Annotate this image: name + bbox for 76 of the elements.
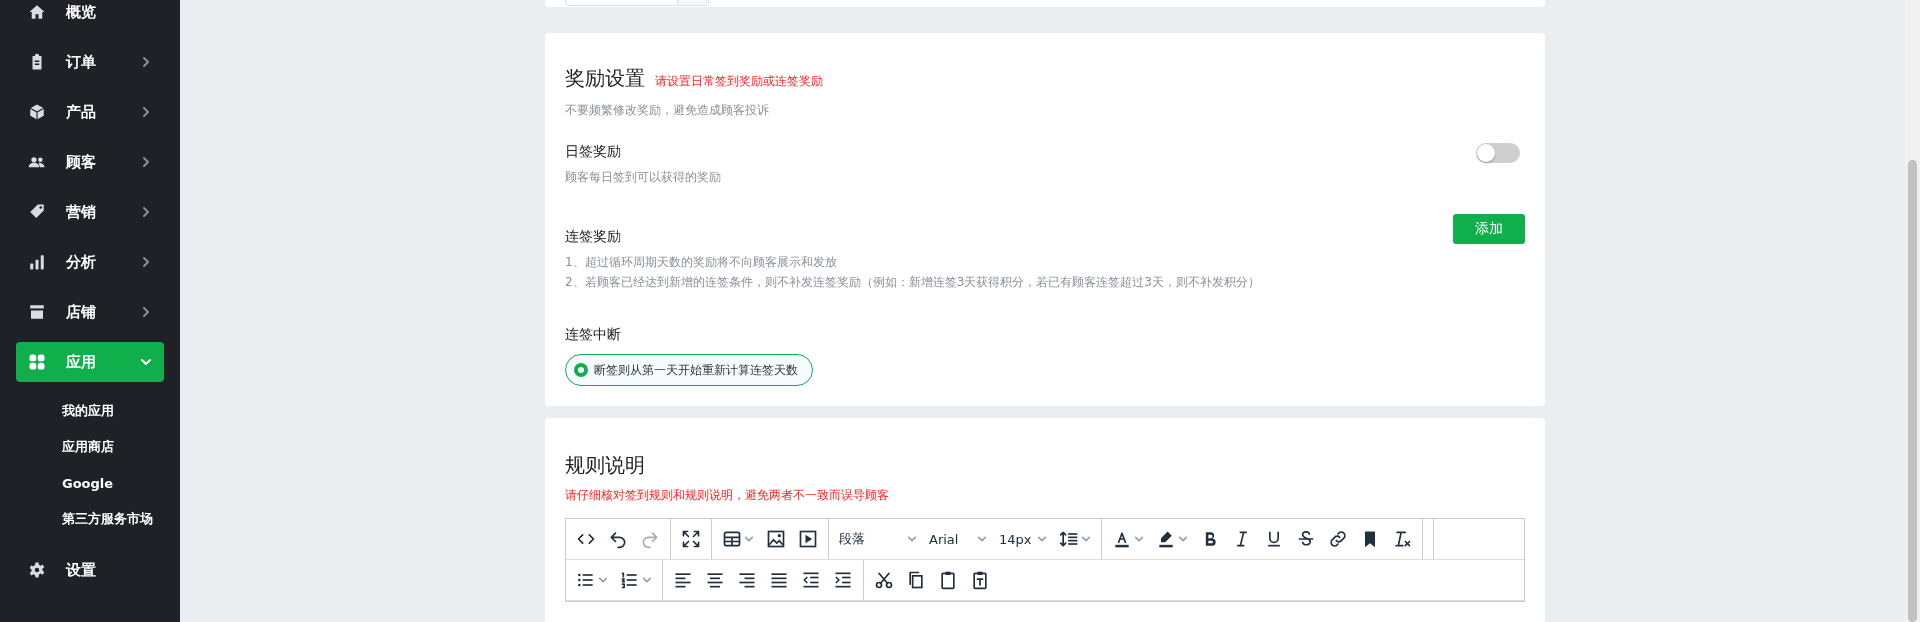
section-title: 奖励设置 [565, 65, 645, 92]
sidebar-item[interactable]: 店铺 [16, 287, 164, 337]
field-label: 日签奖励 [565, 143, 622, 161]
sidebar-item[interactable]: 设置 [16, 545, 164, 595]
sidebar-item[interactable]: 营销 [16, 187, 164, 237]
sidebar-item[interactable]: 产品 [16, 87, 164, 137]
strikethrough-icon [1296, 529, 1316, 549]
align-center-icon [705, 570, 725, 590]
fullscreen-icon [681, 529, 701, 549]
indent-icon [833, 570, 853, 590]
paste-text-icon [970, 570, 990, 590]
field-description: 顾客每日签到可以获得的奖励 [565, 169, 721, 186]
chevron-icon [140, 206, 152, 218]
highlighter-icon [1156, 529, 1176, 549]
toggle-switch[interactable] [1476, 143, 1520, 163]
caret-icon [1134, 534, 1144, 544]
link-icon [1328, 529, 1348, 549]
line-height-icon [1059, 529, 1079, 549]
align-left-icon [673, 570, 693, 590]
submenu-item[interactable]: 第三方服务市场 [16, 501, 164, 537]
sidebar-item[interactable]: 分析 [16, 237, 164, 287]
field-label: 连签奖励 [565, 228, 622, 246]
sidebar-item[interactable]: 顾客 [16, 137, 164, 187]
field-label: 连签中断 [565, 326, 622, 344]
note-text: 1、超过循环周期天数的奖励将不向顾客展示和发放 [565, 254, 838, 271]
section-subtitle: 不要频繁修改奖励，避免造成顾客投诉 [565, 102, 770, 119]
input-field[interactable] [565, 0, 709, 6]
redo-icon [640, 529, 660, 549]
chevron-icon [140, 356, 152, 368]
numbered-list-icon [620, 570, 640, 590]
scissors-icon [874, 570, 894, 590]
box-icon [28, 103, 46, 121]
undo-icon [608, 529, 628, 549]
submenu-item[interactable]: 应用商店 [16, 429, 164, 465]
caret-icon [744, 534, 754, 544]
paste-icon [938, 570, 958, 590]
settings-icon [28, 561, 46, 579]
chevron-icon [140, 156, 152, 168]
format-dropdown[interactable]: Arial [923, 523, 993, 555]
caret-icon [977, 534, 987, 544]
note-text: 2、若顾客已经达到新增的连签条件，则不补发连签奖励（例如：新增连签3天获得积分，若已有顾客连签超过3天，则不补发积分） [565, 274, 1260, 291]
align-right-icon [737, 570, 757, 590]
caret-icon [907, 534, 917, 544]
tag-icon [28, 203, 46, 221]
caret-icon [1081, 534, 1091, 544]
format-dropdown[interactable]: 段落 [833, 523, 923, 555]
submenu-item[interactable]: Google [16, 465, 164, 501]
caret-icon [1178, 534, 1188, 544]
home-icon [28, 3, 46, 21]
caret-icon [598, 575, 608, 585]
sidebar-item[interactable]: 订单 [16, 37, 164, 87]
caret-icon [1037, 534, 1047, 544]
grid-icon [28, 353, 46, 371]
format-dropdown[interactable]: 14px [993, 523, 1053, 555]
clear-format-icon [1392, 529, 1412, 549]
chevron-icon [140, 306, 152, 318]
warning-text: 请设置日常签到奖励或连签奖励 [655, 73, 823, 90]
table-icon [722, 529, 742, 549]
chevron-icon [140, 106, 152, 118]
video-icon [798, 529, 818, 549]
bar-chart-icon [28, 253, 46, 271]
submenu-item[interactable]: 我的应用 [16, 393, 164, 429]
copy-icon [906, 570, 926, 590]
warning-text: 请仔细核对签到规则和规则说明，避免两者不一致而误导顾客 [565, 487, 890, 504]
image-icon [766, 529, 786, 549]
text-color-icon [1112, 529, 1132, 549]
sidebar-item[interactable]: 概览 [16, 0, 164, 37]
scrollbar[interactable] [1905, 0, 1920, 622]
store-icon [28, 303, 46, 321]
justify-icon [769, 570, 789, 590]
chevron-icon [140, 56, 152, 68]
section-title: 规则说明 [565, 452, 646, 479]
chevron-icon [140, 256, 152, 268]
radio-option[interactable]: 断签则从第一天开始重新计算连签天数 [565, 354, 813, 386]
outdent-icon [801, 570, 821, 590]
caret-icon [642, 575, 652, 585]
